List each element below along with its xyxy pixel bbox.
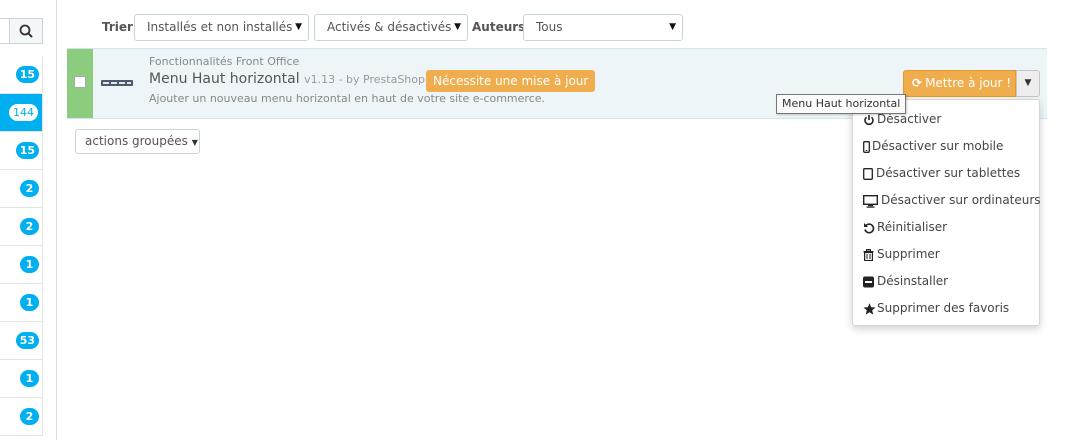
refresh-icon: ⟳ xyxy=(912,76,923,90)
menu-item-label: Désactiver sur mobile xyxy=(872,139,1004,153)
menu-item-uninstall[interactable]: Désinstaller xyxy=(863,270,948,292)
category-count-badge: 1 xyxy=(20,294,39,311)
module-title: Menu Haut horizontal v1.13 - by PrestaSh… xyxy=(149,71,425,87)
module-status-bar xyxy=(67,49,93,118)
menu-item-label: Désactiver xyxy=(877,112,942,126)
menu-item-label: Réinitialiser xyxy=(877,220,948,234)
menu-item-disable-mobile[interactable]: Désactiver sur mobile xyxy=(863,135,1003,157)
category-count-badge: 2 xyxy=(20,218,39,235)
sidebar-category[interactable]: 2 xyxy=(0,170,43,208)
category-count-badge: 1 xyxy=(20,256,39,273)
category-count-badge: 2 xyxy=(20,408,39,425)
menu-item-label: Désactiver sur tablettes xyxy=(876,166,1021,180)
actions-dropdown-toggle[interactable]: ▼ xyxy=(1016,70,1040,97)
authors-filter-select[interactable]: Tous ▼ xyxy=(523,14,683,41)
caret-down-icon: ▼ xyxy=(1024,78,1032,88)
chevron-down-icon: ▼ xyxy=(669,22,676,32)
menu-item-disable-tablet[interactable]: Désactiver sur tablettes xyxy=(863,162,1020,184)
search-icon[interactable] xyxy=(10,19,42,43)
menu-item-disable-desktop[interactable]: Désactiver sur ordinateurs xyxy=(862,189,1041,212)
category-count-badge: 15 xyxy=(15,66,39,83)
star-icon xyxy=(863,298,877,320)
chevron-down-icon: ▼ xyxy=(454,22,461,32)
menu-item-label: Supprimer xyxy=(877,247,940,261)
install-filter-value: Installés et non installés xyxy=(147,20,293,34)
minus-square-icon xyxy=(863,271,877,293)
caret-down-icon: ▼ xyxy=(191,138,198,147)
category-count-badge: 53 xyxy=(15,332,39,349)
menu-item-label: Désactiver sur ordinateurs xyxy=(881,193,1041,207)
module-tooltip: Menu Haut horizontal xyxy=(776,94,907,114)
authors-label: Auteurs xyxy=(472,20,526,34)
mobile-icon xyxy=(863,136,872,158)
sidebar-category[interactable]: 1 xyxy=(0,246,43,284)
status-filter-value: Activés & désactivés xyxy=(327,20,452,34)
sidebar-category[interactable]: 15 xyxy=(0,132,43,170)
category-count-badge: 15 xyxy=(15,142,39,159)
module-actions-dropdown: Désactiver Désactiver sur mobile Désacti… xyxy=(852,99,1041,326)
sidebar-category[interactable]: 1 xyxy=(0,284,43,322)
chevron-down-icon: ▼ xyxy=(295,22,302,32)
authors-filter-value: Tous xyxy=(536,20,563,34)
sort-label: Trier xyxy=(102,20,133,34)
module-category: Fonctionnalités Front Office xyxy=(149,55,300,68)
sidebar-category[interactable]: 2 xyxy=(0,208,43,246)
category-count-badge: 2 xyxy=(20,180,39,197)
update-button[interactable]: ⟳ Mettre à jour ! xyxy=(903,70,1016,97)
module-name: Menu Haut horizontal xyxy=(149,71,300,87)
install-filter-select[interactable]: Installés et non installés ▼ xyxy=(134,14,309,41)
menu-item-label: Supprimer des favoris xyxy=(877,301,1010,315)
update-button-label: Mettre à jour ! xyxy=(925,76,1012,90)
sidebar-category[interactable]: 53 xyxy=(0,322,43,360)
trash-icon xyxy=(863,244,877,266)
menu-item-reset[interactable]: Réinitialiser xyxy=(863,216,947,238)
module-logo-icon xyxy=(100,74,134,92)
sidebar-category[interactable]: 2 xyxy=(0,398,43,436)
module-select-checkbox[interactable] xyxy=(74,76,86,88)
search-box[interactable] xyxy=(0,18,43,44)
category-count-badge: 1 xyxy=(20,370,39,387)
status-filter-select[interactable]: Activés & désactivés ▼ xyxy=(314,14,468,41)
menu-item-label: Désinstaller xyxy=(877,274,949,288)
sidebar-category-active[interactable]: 144 xyxy=(0,94,43,132)
desktop-icon xyxy=(862,190,881,212)
update-required-badge: Nécessite une mise à jour xyxy=(426,70,596,92)
module-version: v1.13 - by PrestaShop xyxy=(304,73,425,86)
sidebar-category[interactable]: 15 xyxy=(0,56,43,94)
sidebar-category[interactable]: 1 xyxy=(0,360,43,398)
tablet-icon xyxy=(863,163,876,185)
bulk-actions-button[interactable]: actions groupées ▼ xyxy=(75,129,200,154)
module-description: Ajouter un nouveau menu horizontal en ha… xyxy=(149,92,546,105)
category-sidebar: 15 144 15 2 2 1 1 53 1 2 xyxy=(0,0,57,440)
menu-item-delete[interactable]: Supprimer xyxy=(863,243,940,265)
category-count-badge: 144 xyxy=(9,104,38,121)
undo-icon xyxy=(863,217,877,239)
search-input[interactable] xyxy=(0,19,10,43)
menu-item-remove-favorite[interactable]: Supprimer des favoris xyxy=(863,297,1009,319)
bulk-actions-label: actions groupées xyxy=(85,134,188,148)
